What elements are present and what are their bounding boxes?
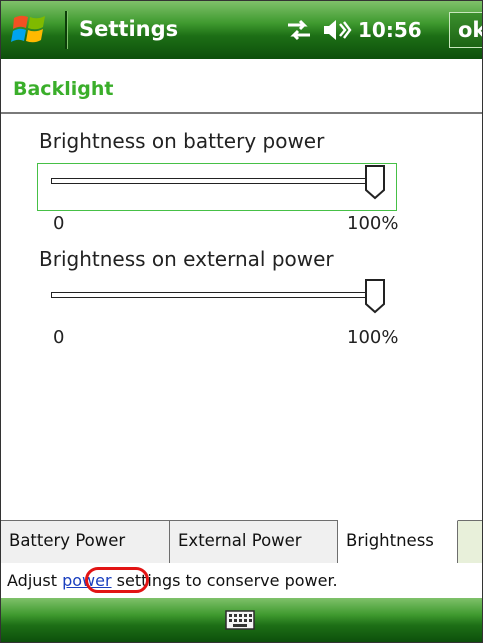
external-max-label: 100%: [347, 327, 399, 348]
tab-battery-power[interactable]: Battery Power: [1, 521, 170, 563]
help-text: Adjust power settings to conserve power.: [7, 571, 338, 590]
ok-button[interactable]: ok: [449, 12, 482, 48]
device-screen: Settings 10:56 ok Backlight Brightness o…: [0, 0, 483, 643]
keyboard-icon[interactable]: [225, 610, 255, 630]
tab-bar-filler: [458, 521, 482, 563]
external-slider-thumb[interactable]: [364, 278, 386, 314]
section-divider: [1, 112, 482, 114]
page-title: Backlight: [13, 78, 114, 100]
battery-brightness-label: Brightness on battery power: [39, 129, 325, 153]
section-header: Backlight: [1, 59, 482, 113]
volume-icon[interactable]: [322, 17, 352, 43]
title-bar: Settings 10:56 ok: [1, 1, 482, 59]
external-min-label: 0: [53, 327, 65, 348]
tab-external-power[interactable]: External Power: [170, 521, 338, 563]
tab-bar: Battery Power External Power Brightness: [1, 520, 482, 564]
battery-max-label: 100%: [347, 213, 399, 234]
bottom-bar: [1, 598, 482, 642]
help-line: Adjust power settings to conserve power.: [1, 563, 482, 597]
windows-start-icon[interactable]: [11, 12, 49, 46]
app-title: Settings: [79, 17, 179, 41]
external-slider-track[interactable]: [51, 292, 381, 298]
clock[interactable]: 10:56: [358, 18, 422, 42]
external-brightness-label: Brightness on external power: [39, 247, 334, 271]
battery-slider-thumb[interactable]: [364, 164, 386, 200]
tab-brightness[interactable]: Brightness: [338, 520, 458, 563]
link-highlight-ring: [85, 567, 149, 593]
title-separator: [65, 11, 68, 49]
battery-slider-focus: [37, 163, 397, 211]
connectivity-icon[interactable]: [284, 17, 314, 43]
help-prefix: Adjust: [7, 571, 63, 590]
battery-min-label: 0: [53, 213, 65, 234]
battery-slider-track[interactable]: [51, 178, 381, 184]
